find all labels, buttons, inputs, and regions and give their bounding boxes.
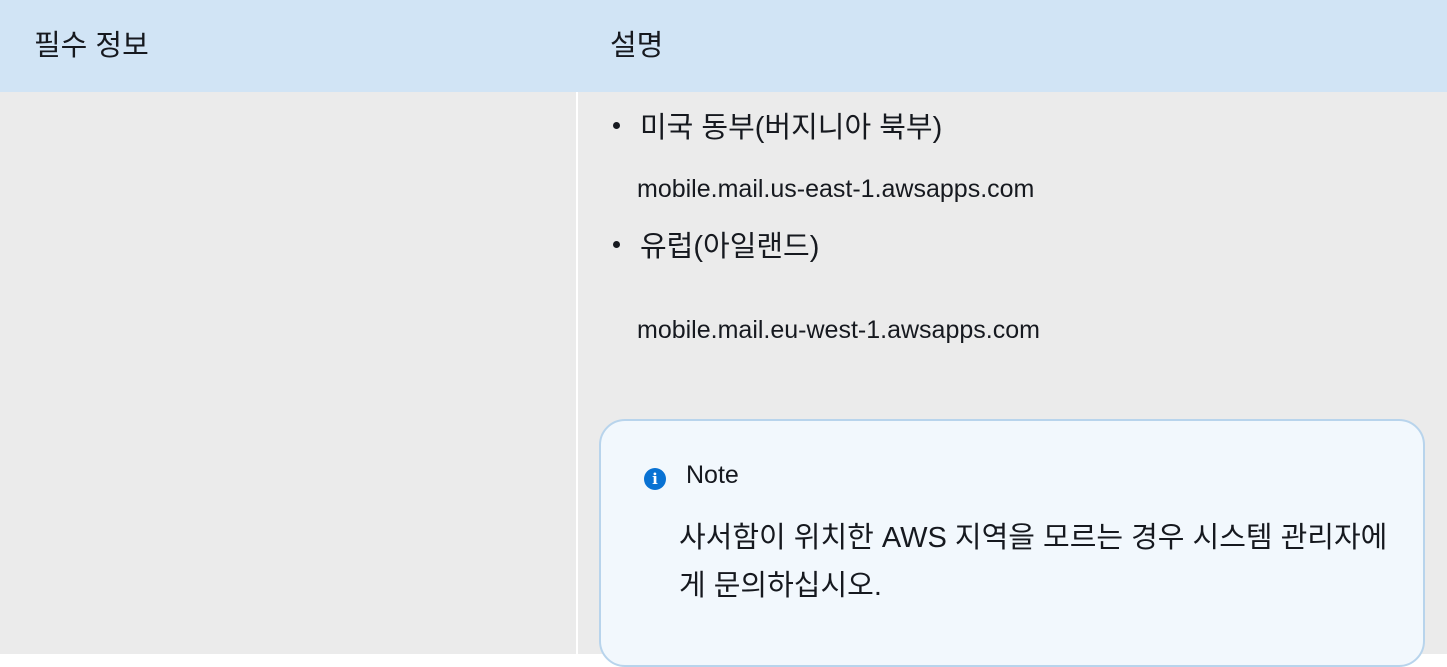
table-header-row: 필수 정보 설명 [0,0,1447,92]
note-title: Note [686,461,739,489]
bullet-icon [613,240,620,248]
bullet-icon [613,121,620,129]
info-icon: i [644,468,666,490]
settings-table: 필수 정보 설명 미국 동부(버지니아 북부) mobile.mail.us-e… [0,0,1447,667]
column-header-description: 설명 [610,30,664,62]
region-name: 유럽(아일랜드) [640,231,820,263]
note-text: 사서함이 위치한 AWS 지역을 모르는 경우 시스템 관리자에게 문의하십시오… [679,522,1388,602]
region-endpoint: mobile.mail.us-east-1.awsapps.com [637,175,1035,203]
list-item-region-eu-west: 유럽(아일랜드) [610,220,819,268]
region-name: 미국 동부(버지니아 북부) [640,112,943,144]
column-divider [576,92,578,654]
list-item-region-us-east: 미국 동부(버지니아 북부) [610,101,942,149]
region-endpoint: mobile.mail.eu-west-1.awsapps.com [637,316,1040,344]
note-callout: i Note 사서함이 위치한 AWS 지역을 모르는 경우 시스템 관리자에게… [599,419,1425,667]
column-header-required-info: 필수 정보 [34,30,149,62]
